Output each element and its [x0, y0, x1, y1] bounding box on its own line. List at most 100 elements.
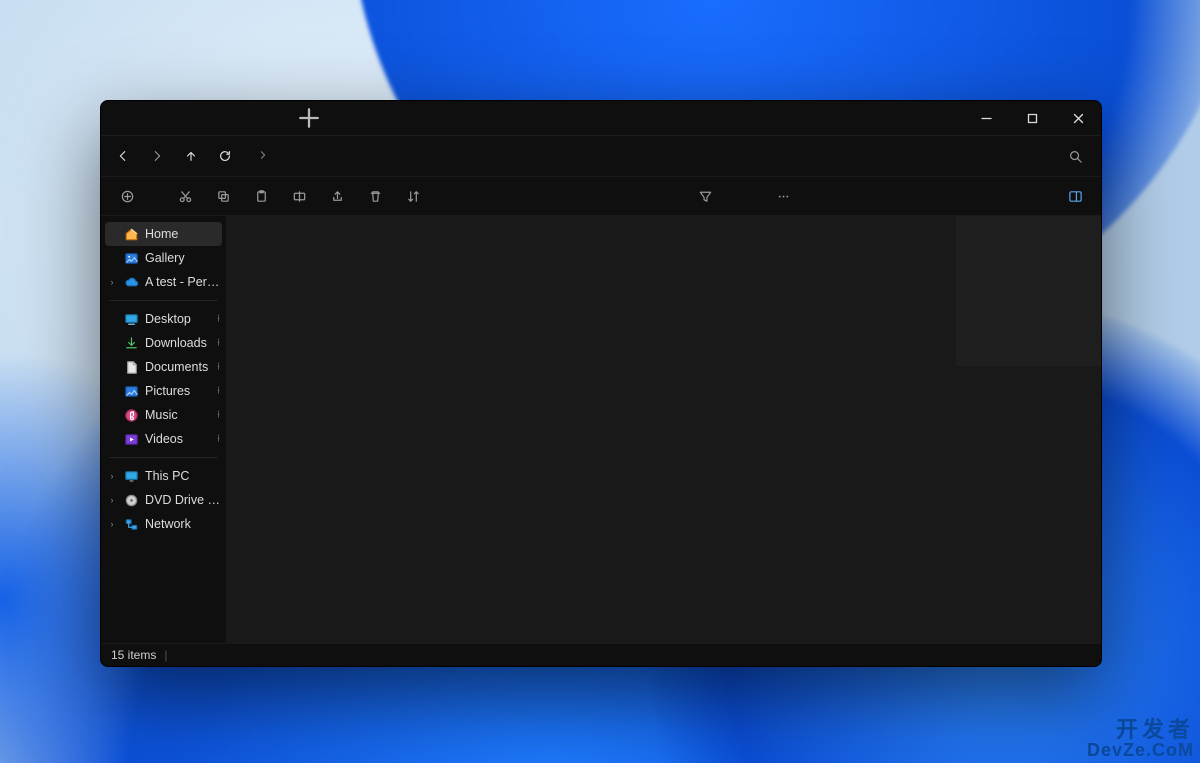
titlebar[interactable] — [101, 101, 1101, 136]
chevron-right-icon: › — [107, 277, 117, 287]
search-button[interactable] — [1059, 140, 1091, 172]
watermark-line1: 开发者 — [1087, 719, 1194, 741]
sidebar-item-label: Downloads — [145, 336, 211, 350]
more-icon — [776, 189, 791, 204]
sidebar-item-label: Gallery — [145, 251, 222, 265]
content-area — [227, 216, 1101, 643]
details-info — [956, 366, 1101, 643]
disc-icon — [123, 492, 139, 508]
sidebar-item-music[interactable]: › Music ⟊ — [101, 403, 226, 427]
music-icon — [123, 407, 139, 423]
rename-icon — [292, 189, 307, 204]
downloads-icon — [123, 335, 139, 351]
item-view[interactable] — [227, 216, 956, 643]
sidebar-item-desktop[interactable]: › Desktop ⟊ — [101, 307, 226, 331]
sort-button[interactable] — [397, 180, 429, 212]
chevron-right-icon: › — [107, 495, 117, 505]
address-bar[interactable] — [249, 142, 1051, 170]
copy-button[interactable] — [207, 180, 239, 212]
pictures-icon — [123, 383, 139, 399]
refresh-button[interactable] — [209, 140, 241, 172]
new-icon — [120, 189, 135, 204]
more-button[interactable] — [767, 180, 799, 212]
filter-button[interactable] — [689, 180, 721, 212]
share-icon — [330, 189, 345, 204]
gallery-icon — [123, 250, 139, 266]
file-explorer-window: › Home › Gallery › — [100, 100, 1102, 667]
this-pc-icon — [123, 468, 139, 484]
cut-button[interactable] — [169, 180, 201, 212]
videos-icon — [123, 431, 139, 447]
paste-button[interactable] — [245, 180, 277, 212]
sidebar-item-onedrive[interactable]: › A test - Personal — [101, 270, 226, 294]
back-button[interactable] — [107, 140, 139, 172]
close-button[interactable] — [1055, 101, 1101, 135]
watermark: 开发者 DevZe.CoM — [1087, 719, 1194, 759]
pin-icon: ⟊ — [217, 361, 220, 374]
active-tab[interactable] — [109, 105, 289, 131]
maximize-button[interactable] — [1009, 101, 1055, 135]
sidebar-item-this-pc[interactable]: › This PC — [101, 464, 226, 488]
watermark-line2: DevZe.CoM — [1087, 741, 1194, 759]
maximize-icon — [1027, 113, 1038, 124]
navigation-pane: › Home › Gallery › — [101, 216, 227, 643]
details-pane-icon — [1068, 189, 1083, 204]
desktop-icon — [123, 311, 139, 327]
sidebar-item-label: Pictures — [145, 384, 211, 398]
sidebar-item-downloads[interactable]: › Downloads ⟊ — [101, 331, 226, 355]
status-bar: 15 items | — [101, 643, 1101, 666]
arrow-up-icon — [184, 149, 198, 163]
delete-button[interactable] — [359, 180, 391, 212]
filter-icon — [698, 189, 713, 204]
rename-button[interactable] — [283, 180, 315, 212]
pin-icon: ⟊ — [217, 433, 220, 446]
sidebar-item-label: Desktop — [145, 312, 211, 326]
sidebar-item-pictures[interactable]: › Pictures ⟊ — [101, 379, 226, 403]
documents-icon — [123, 359, 139, 375]
sidebar-item-network[interactable]: › Network — [101, 512, 226, 536]
refresh-icon — [218, 149, 232, 163]
details-preview — [956, 216, 1101, 366]
pin-icon: ⟊ — [217, 313, 220, 326]
chevron-right-icon: › — [107, 471, 117, 481]
search-icon — [1068, 149, 1083, 164]
up-button[interactable] — [175, 140, 207, 172]
paste-icon — [254, 189, 269, 204]
arrow-right-icon — [150, 149, 164, 163]
sidebar-item-videos[interactable]: › Videos ⟊ — [101, 427, 226, 451]
new-tab-button[interactable] — [295, 104, 323, 132]
sidebar-item-dvd-drive[interactable]: › DVD Drive (D:) CCC — [101, 488, 226, 512]
forward-button[interactable] — [141, 140, 173, 172]
details-pane — [956, 216, 1101, 643]
home-icon — [123, 226, 139, 242]
chevron-right-icon — [259, 151, 267, 162]
sidebar-item-label: Music — [145, 408, 211, 422]
share-button[interactable] — [321, 180, 353, 212]
window-controls — [963, 101, 1101, 135]
sidebar-item-documents[interactable]: › Documents ⟊ — [101, 355, 226, 379]
desktop-wallpaper: 开发者 DevZe.CoM — [0, 0, 1200, 763]
network-icon — [123, 516, 139, 532]
minimize-button[interactable] — [963, 101, 1009, 135]
sidebar-item-label: Videos — [145, 432, 211, 446]
chevron-right-icon: › — [107, 519, 117, 529]
item-count: 15 items — [111, 648, 156, 662]
pin-icon: ⟊ — [217, 409, 220, 422]
new-button[interactable] — [111, 180, 143, 212]
status-separator: | — [164, 648, 167, 662]
sidebar-item-label: A test - Personal — [145, 275, 222, 289]
sidebar-item-label: DVD Drive (D:) CCC — [145, 493, 222, 507]
sidebar-item-label: Home — [145, 227, 218, 241]
details-pane-button[interactable] — [1059, 180, 1091, 212]
copy-icon — [216, 189, 231, 204]
sidebar-item-gallery[interactable]: › Gallery — [101, 246, 226, 270]
sidebar-item-label: Network — [145, 517, 222, 531]
sort-icon — [406, 189, 421, 204]
sidebar-item-home[interactable]: › Home — [105, 222, 222, 246]
pin-icon: ⟊ — [217, 385, 220, 398]
delete-icon — [368, 189, 383, 204]
command-bar — [101, 177, 1101, 216]
cloud-icon — [123, 274, 139, 290]
cut-icon — [178, 189, 193, 204]
window-body: › Home › Gallery › — [101, 216, 1101, 643]
